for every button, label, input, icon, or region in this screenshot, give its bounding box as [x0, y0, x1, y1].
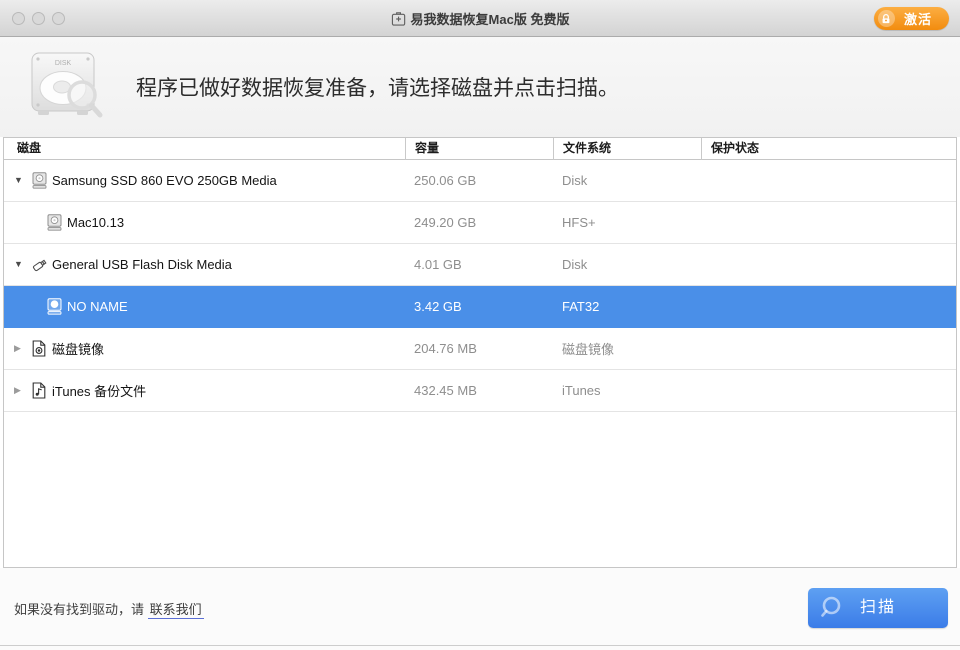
footer: 如果没有找到驱动，请 联系我们 扫描 — [0, 568, 960, 650]
app-header: DISK 程序已做好数据恢复准备，请选择磁盘并点击扫描。 — [0, 37, 960, 137]
row-name: iTunes 备份文件 — [52, 381, 146, 400]
row-capacity: 4.01 GB — [405, 257, 553, 272]
window-bottom-edge — [0, 645, 960, 646]
row-name: Mac10.13 — [67, 215, 124, 230]
row-filesystem: HFS+ — [553, 215, 701, 230]
column-header-protection[interactable]: 保护状态 — [701, 138, 956, 160]
table-row[interactable]: ▼ Samsung SSD 860 EVO 250GB Media 250.06… — [4, 160, 956, 202]
table-row[interactable]: Mac10.13 249.20 GB HFS+ — [4, 202, 956, 244]
activate-button[interactable]: 激活 — [874, 7, 949, 30]
row-name-cell: NO NAME — [4, 298, 405, 315]
row-capacity: 432.45 MB — [405, 383, 553, 398]
usb-drive-icon — [32, 257, 48, 273]
itunes-backup-icon — [32, 382, 48, 399]
footer-hint-text: 如果没有找到驱动，请 — [14, 602, 144, 617]
zoom-window-button[interactable] — [52, 12, 65, 25]
scan-button[interactable]: 扫描 — [808, 588, 948, 628]
row-capacity: 204.76 MB — [405, 341, 553, 356]
table-header: 磁盘 容量 文件系统 保护状态 — [4, 138, 956, 160]
window-title-group: 易我数据恢复Mac版 免费版 — [391, 0, 570, 37]
row-name-cell: ▼ General USB Flash Disk Media — [4, 257, 405, 273]
disclosure-triangle-icon[interactable]: ▶ — [14, 386, 32, 395]
row-name: NO NAME — [67, 299, 128, 314]
table-row[interactable]: NO NAME 3.42 GB FAT32 — [4, 286, 956, 328]
column-header-disk[interactable]: 磁盘 — [4, 138, 405, 160]
disk-table: 磁盘 容量 文件系统 保护状态 ▼ Samsung SSD 860 EVO 25… — [3, 137, 957, 568]
table-row[interactable]: ▶ iTunes 备份文件 432.45 MB iTunes — [4, 370, 956, 412]
row-filesystem: Disk — [553, 173, 701, 188]
internal-drive-icon — [32, 172, 48, 189]
column-header-capacity[interactable]: 容量 — [405, 138, 553, 160]
row-name-cell: Mac10.13 — [4, 214, 405, 231]
row-name: General USB Flash Disk Media — [52, 257, 232, 272]
disk-image-icon — [32, 340, 48, 357]
window-title: 易我数据恢复Mac版 免费版 — [411, 9, 570, 28]
row-name: Samsung SSD 860 EVO 250GB Media — [52, 173, 277, 188]
disclosure-triangle-icon[interactable]: ▼ — [14, 260, 32, 269]
row-filesystem: Disk — [553, 257, 701, 272]
column-header-filesystem[interactable]: 文件系统 — [553, 138, 701, 160]
titlebar: 易我数据恢复Mac版 免费版 激活 — [0, 0, 960, 37]
app-proxy-icon — [391, 11, 407, 27]
row-filesystem: iTunes — [553, 383, 701, 398]
disclosure-triangle-icon[interactable]: ▼ — [14, 176, 32, 185]
internal-drive-icon — [47, 214, 63, 231]
close-window-button[interactable] — [12, 12, 25, 25]
table-row[interactable]: ▶ 磁盘镜像 204.76 MB 磁盘镜像 — [4, 328, 956, 370]
row-filesystem: 磁盘镜像 — [553, 339, 701, 358]
row-name-cell: ▶ 磁盘镜像 — [4, 339, 405, 358]
row-name: 磁盘镜像 — [52, 339, 104, 358]
scan-magnifier-icon — [820, 595, 846, 621]
row-name-cell: ▶ iTunes 备份文件 — [4, 381, 405, 400]
row-capacity: 249.20 GB — [405, 215, 553, 230]
row-name-cell: ▼ Samsung SSD 860 EVO 250GB Media — [4, 172, 405, 189]
row-capacity: 3.42 GB — [405, 299, 553, 314]
row-capacity: 250.06 GB — [405, 173, 553, 188]
disk-icon-label: DISK — [55, 60, 72, 67]
table-row[interactable]: ▼ General USB Flash Disk Media 4.01 GB D… — [4, 244, 956, 286]
footer-hint: 如果没有找到驱动，请 联系我们 — [14, 599, 204, 618]
table-body: ▼ Samsung SSD 860 EVO 250GB Media 250.06… — [4, 160, 956, 412]
traffic-lights — [12, 12, 65, 25]
minimize-window-button[interactable] — [32, 12, 45, 25]
contact-us-link[interactable]: 联系我们 — [148, 602, 204, 619]
lock-icon — [878, 10, 895, 27]
header-message: 程序已做好数据恢复准备，请选择磁盘并点击扫描。 — [136, 72, 619, 102]
disclosure-triangle-icon[interactable]: ▶ — [14, 344, 32, 353]
activate-button-label: 激活 — [904, 9, 932, 28]
row-filesystem: FAT32 — [553, 299, 701, 314]
internal-drive-icon — [47, 298, 63, 315]
disk-search-icon: DISK — [26, 49, 110, 125]
